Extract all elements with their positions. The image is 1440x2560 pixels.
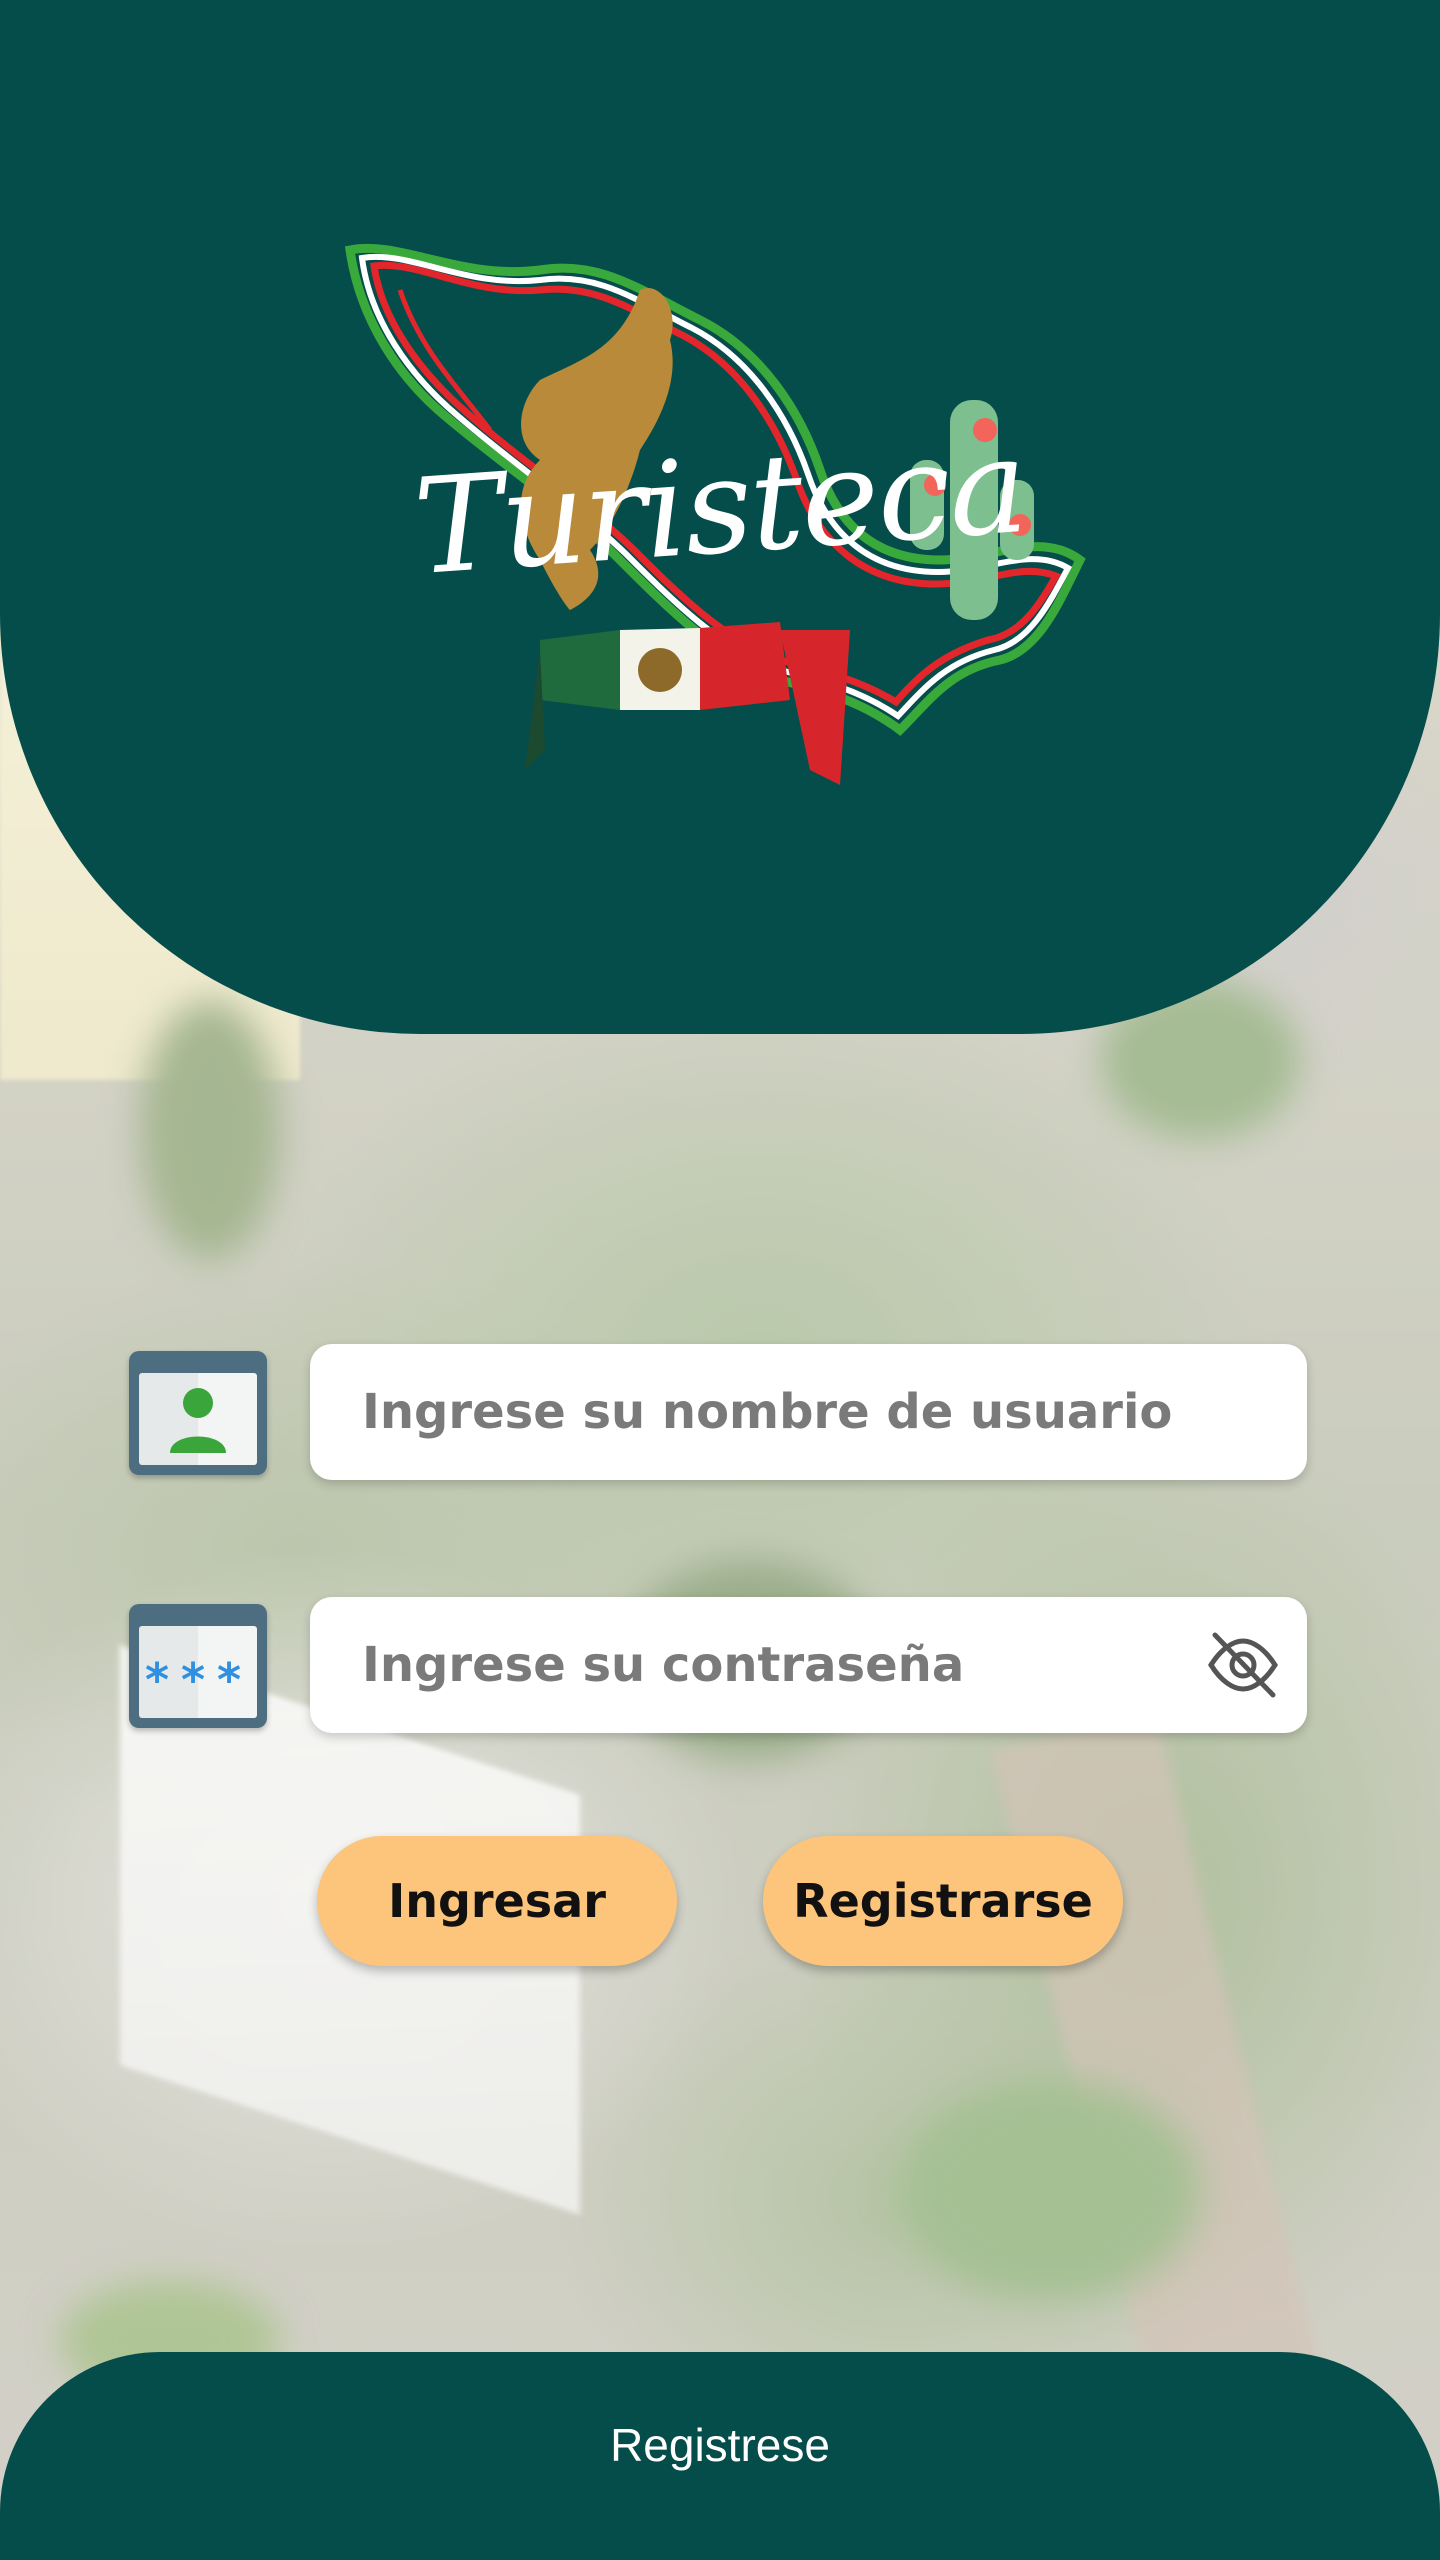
svg-text:*: * <box>145 1653 169 1707</box>
username-input[interactable] <box>362 1344 1222 1480</box>
header-banner: Turisteca <box>0 0 1440 1034</box>
password-asterisks-icon: * * * <box>129 1604 267 1728</box>
turisteca-logo: Turisteca <box>340 230 1100 790</box>
svg-text:*: * <box>217 1653 241 1707</box>
eye-off-icon[interactable] <box>1203 1625 1283 1705</box>
login-button[interactable]: Ingresar <box>317 1836 677 1966</box>
register-link[interactable]: Registrese <box>0 2418 1440 2472</box>
username-field[interactable] <box>310 1344 1307 1480</box>
user-card-icon <box>129 1351 267 1475</box>
password-field[interactable] <box>310 1597 1307 1733</box>
register-button[interactable]: Registrarse <box>763 1836 1123 1966</box>
svg-text:*: * <box>181 1653 205 1707</box>
footer-bar: Registrese <box>0 2352 1440 2560</box>
password-input[interactable] <box>362 1597 1222 1733</box>
